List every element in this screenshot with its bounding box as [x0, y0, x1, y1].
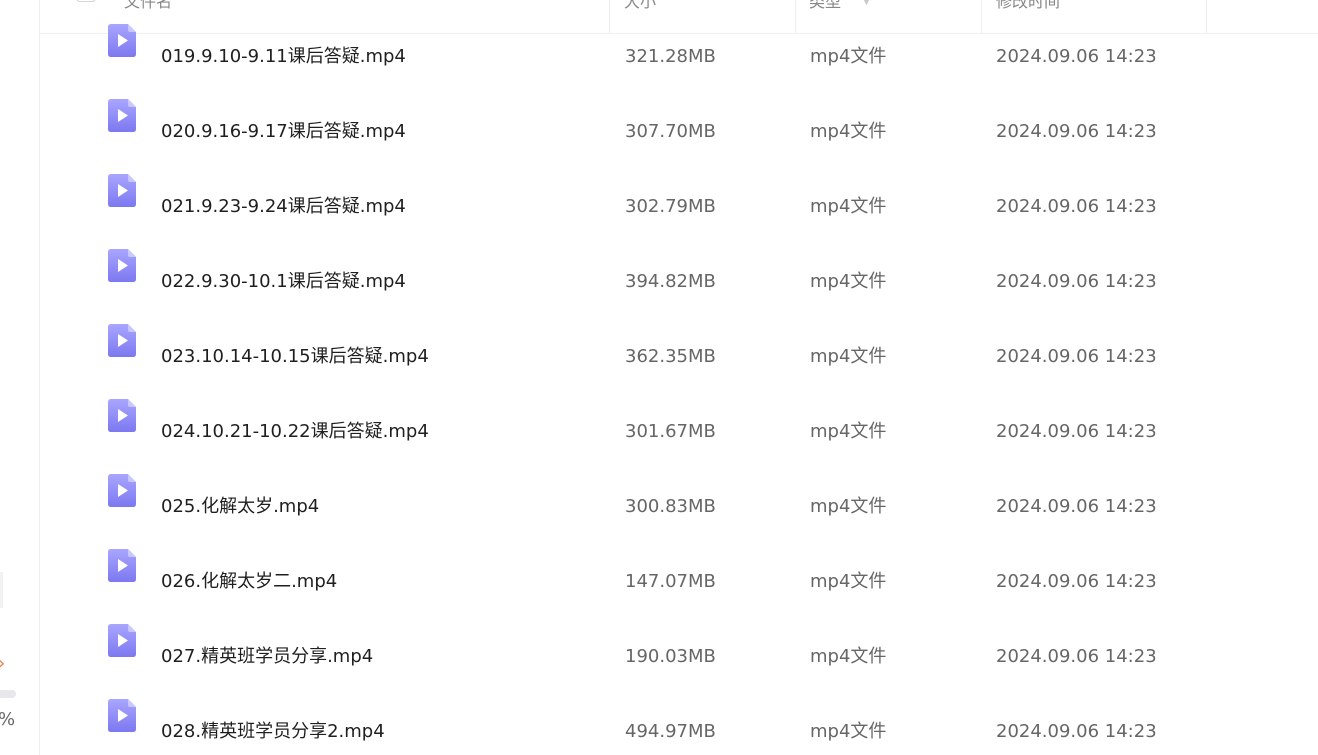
file-name[interactable]: 022.9.30-10.1课后答疑.mp4	[161, 270, 406, 294]
file-type: mp4文件	[810, 721, 887, 742]
table-row[interactable]: 020.9.16-9.17课后答疑.mp4 307.70MB mp4文件 2024.0…	[40, 95, 1318, 170]
file-name[interactable]: 020.9.16-9.17课后答疑.mp4	[161, 120, 406, 144]
file-size: 302.79MB	[625, 196, 716, 217]
sort-arrow-icon[interactable]: ▼	[863, 0, 870, 14]
file-modified-time: 2024.09.06 14:23	[996, 496, 1157, 517]
file-name[interactable]: 025.化解太岁.mp4	[161, 495, 319, 519]
file-modified-time: 2024.09.06 14:23	[996, 421, 1157, 442]
video-file-icon	[108, 324, 136, 357]
file-modified-time: 2024.09.06 14:23	[996, 346, 1157, 367]
file-size: 321.28MB	[625, 46, 716, 67]
file-name[interactable]: 028.精英班学员分享2.mp4	[161, 720, 385, 744]
file-type: mp4文件	[810, 271, 887, 292]
file-type: mp4文件	[810, 121, 887, 142]
sidebar: › %	[0, 0, 40, 755]
file-size: 394.82MB	[625, 271, 716, 292]
storage-progress-bar	[0, 690, 16, 698]
file-type: mp4文件	[810, 571, 887, 592]
file-type: mp4文件	[810, 196, 887, 217]
file-type: mp4文件	[810, 646, 887, 667]
chevron-right-icon[interactable]: ›	[0, 654, 5, 674]
video-file-icon	[108, 249, 136, 282]
table-row[interactable]: 025.化解太岁.mp4 300.83MB mp4文件 2024.09.06 14:2…	[40, 470, 1318, 545]
video-file-icon	[108, 549, 136, 582]
file-modified-time: 2024.09.06 14:23	[996, 46, 1157, 67]
video-file-icon	[108, 624, 136, 657]
video-file-icon	[108, 24, 136, 57]
file-size: 362.35MB	[625, 346, 716, 367]
file-type: mp4文件	[810, 46, 887, 67]
table-row[interactable]: 026.化解太岁二.mp4 147.07MB mp4文件 2024.09.06 14:…	[40, 545, 1318, 620]
file-size: 300.83MB	[625, 496, 716, 517]
file-size: 190.03MB	[625, 646, 716, 667]
file-name[interactable]: 021.9.23-9.24课后答疑.mp4	[161, 195, 406, 219]
header-modified-label: 修改时间	[996, 0, 1061, 11]
file-modified-time: 2024.09.06 14:23	[996, 571, 1157, 592]
file-name[interactable]: 019.9.10-9.11课后答疑.mp4	[161, 45, 406, 69]
file-modified-time: 2024.09.06 14:23	[996, 121, 1157, 142]
sidebar-partial-item[interactable]	[0, 572, 3, 608]
file-size: 494.97MB	[625, 721, 716, 742]
file-size: 147.07MB	[625, 571, 716, 592]
table-row[interactable]: 023.10.14-10.15课后答疑.mp4 362.35MB mp4文件 2024…	[40, 320, 1318, 395]
file-modified-time: 2024.09.06 14:23	[996, 646, 1157, 667]
table-row[interactable]: 028.精英班学员分享2.mp4 494.97MB mp4文件 2024.09.06 …	[40, 695, 1318, 755]
file-name[interactable]: 023.10.14-10.15课后答疑.mp4	[161, 345, 429, 369]
storage-percent: %	[0, 709, 15, 731]
table-row[interactable]: 027.精英班学员分享.mp4 190.03MB mp4文件 2024.09.06 1…	[40, 620, 1318, 695]
file-type: mp4文件	[810, 346, 887, 367]
table-row[interactable]: 022.9.30-10.1课后答疑.mp4 394.82MB mp4文件 2024.0…	[40, 245, 1318, 320]
file-name[interactable]: 027.精英班学员分享.mp4	[161, 645, 373, 669]
file-type: mp4文件	[810, 496, 887, 517]
video-file-icon	[108, 399, 136, 432]
video-file-icon	[108, 99, 136, 132]
file-size: 301.67MB	[625, 421, 716, 442]
video-file-icon	[108, 699, 136, 732]
file-modified-time: 2024.09.06 14:23	[996, 196, 1157, 217]
table-row[interactable]: 019.9.10-9.11课后答疑.mp4 321.28MB mp4文件 2024.0…	[40, 20, 1318, 95]
header-size-label: 大小	[624, 0, 657, 11]
file-modified-time: 2024.09.06 14:23	[996, 271, 1157, 292]
file-modified-time: 2024.09.06 14:23	[996, 721, 1157, 742]
table-row[interactable]: 021.9.23-9.24课后答疑.mp4 302.79MB mp4文件 2024.0…	[40, 170, 1318, 245]
file-name[interactable]: 026.化解太岁二.mp4	[161, 570, 337, 594]
file-size: 307.70MB	[625, 121, 716, 142]
video-file-icon	[108, 474, 136, 507]
header-type-label: 类型	[809, 0, 842, 11]
file-list: 文件名 大小 类型 ▼ 修改时间 019.9.10-9.11课后答疑.mp4 32…	[40, 0, 1318, 755]
file-name[interactable]: 024.10.21-10.22课后答疑.mp4	[161, 420, 429, 444]
select-all-checkbox[interactable]	[76, 0, 96, 2]
table-row[interactable]: 024.10.21-10.22课后答疑.mp4 301.67MB mp4文件 2024…	[40, 395, 1318, 470]
video-file-icon	[108, 174, 136, 207]
file-type: mp4文件	[810, 421, 887, 442]
header-name-label: 文件名	[124, 0, 173, 11]
